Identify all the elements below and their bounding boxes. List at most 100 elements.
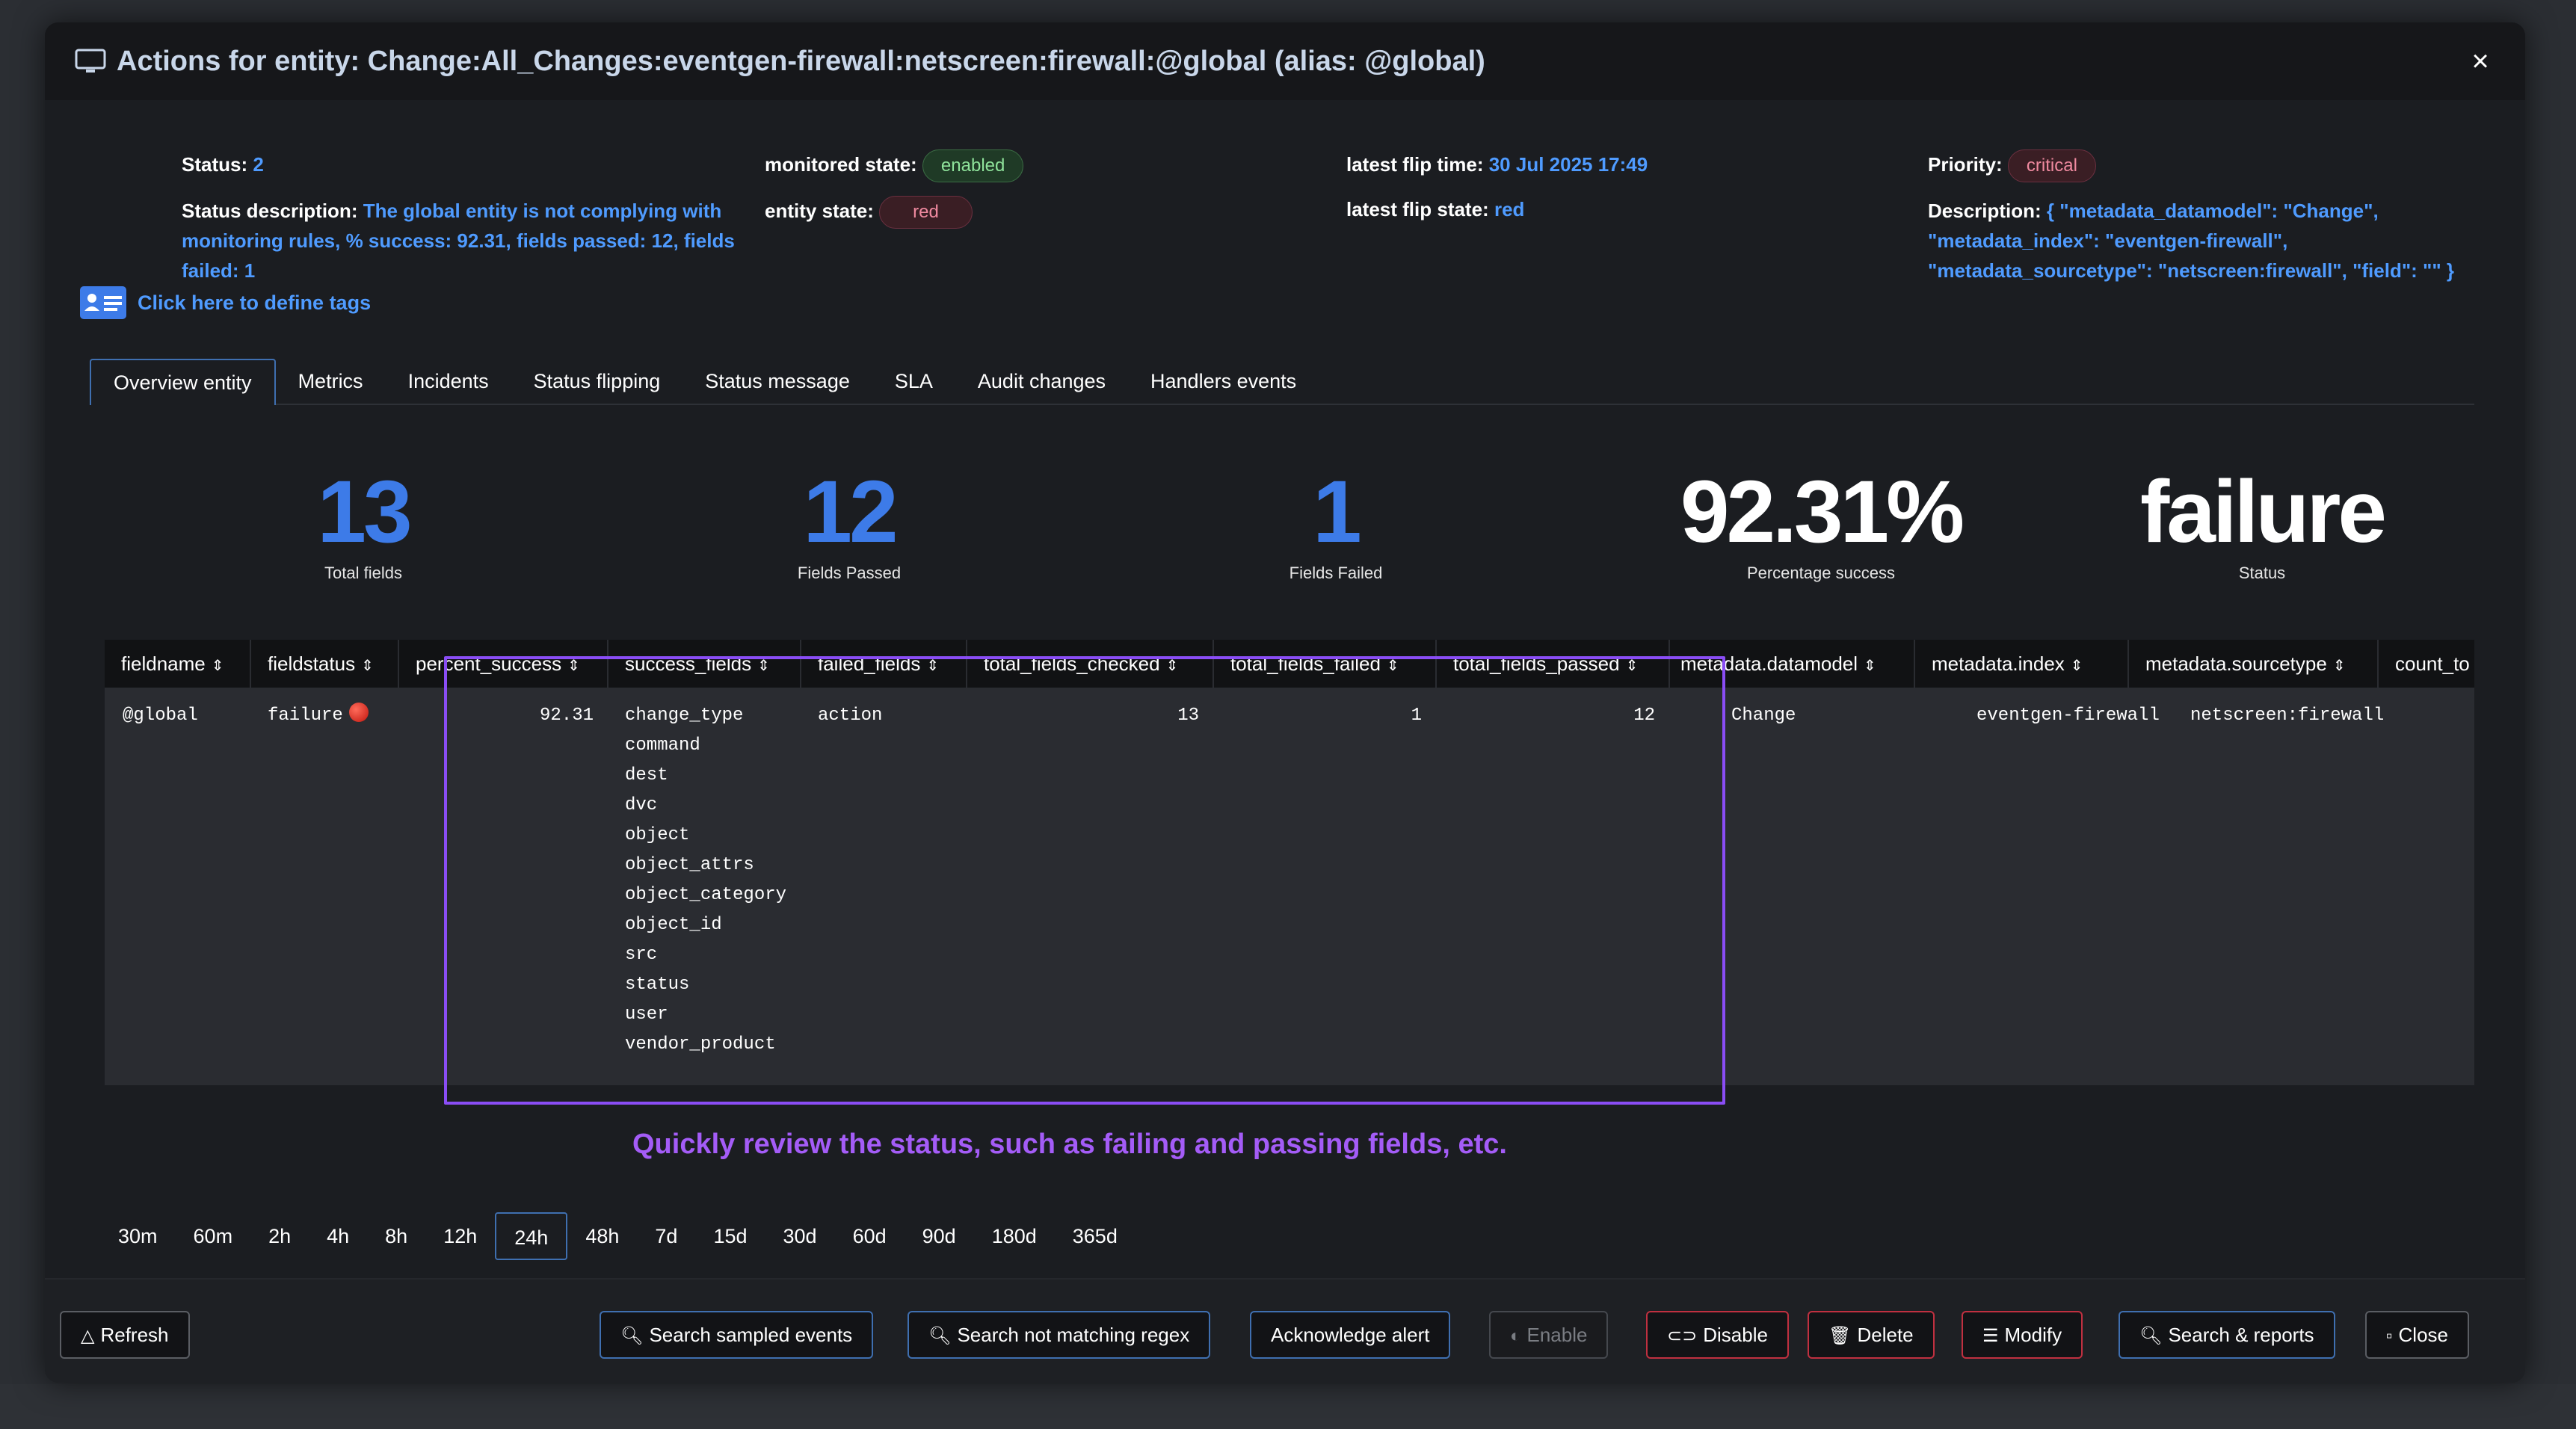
description-label: Description: bbox=[1928, 200, 2042, 223]
monitored-state-badge: enabled bbox=[922, 149, 1024, 183]
tab-audit-changes[interactable]: Audit changes bbox=[955, 359, 1128, 405]
define-tags-label: Click here to define tags bbox=[138, 291, 372, 314]
stat-value: failure bbox=[2139, 463, 2387, 561]
success-field-item: object_category bbox=[625, 885, 787, 905]
define-tags-link[interactable]: Click here to define tags bbox=[79, 286, 371, 320]
column-header-metadata-datamodel[interactable]: metadata.datamodel ⇕ bbox=[1670, 640, 1915, 688]
range-90d[interactable]: 90d bbox=[905, 1212, 974, 1260]
column-header-success-fields[interactable]: success_fields ⇕ bbox=[608, 640, 801, 688]
tab-metrics[interactable]: Metrics bbox=[276, 359, 386, 405]
column-header-total-fields-checked[interactable]: total_fields_checked ⇕ bbox=[967, 640, 1214, 688]
range-365d[interactable]: 365d bbox=[1055, 1212, 1136, 1260]
stat-status: failure Status bbox=[2038, 463, 2486, 583]
tab-bar: Overview entity Metrics Incidents Status… bbox=[90, 359, 2474, 405]
column-header-count-to[interactable]: count_to bbox=[2379, 640, 2474, 688]
success-field-item: dest bbox=[625, 765, 668, 786]
range-2h[interactable]: 2h bbox=[250, 1212, 309, 1260]
column-header-total-fields-passed[interactable]: total_fields_passed ⇕ bbox=[1437, 640, 1670, 688]
range-15d[interactable]: 15d bbox=[695, 1212, 765, 1260]
flip-state-label: latest flip state: bbox=[1346, 198, 1489, 220]
cell-success-fields: change_type command dest dvc object obje… bbox=[625, 701, 786, 1060]
range-180d[interactable]: 180d bbox=[974, 1212, 1055, 1260]
cell-total-fields-checked: 13 bbox=[1177, 706, 1199, 726]
entity-state-label: entity state: bbox=[765, 200, 874, 223]
range-60d[interactable]: 60d bbox=[835, 1212, 905, 1260]
column-header-fieldstatus[interactable]: fieldstatus ⇕ bbox=[251, 640, 399, 688]
table-header: fieldname ⇕ fieldstatus ⇕ percent_success ⇕… bbox=[105, 640, 2474, 688]
refresh-icon: △ bbox=[81, 1326, 95, 1346]
sort-icon: ⇕ bbox=[2332, 658, 2346, 674]
modal-footer: △ Refresh 🔍︎ Search sampled events 🔍︎ Searc… bbox=[45, 1278, 2525, 1383]
range-30d[interactable]: 30d bbox=[765, 1212, 835, 1260]
column-header-metadata-index[interactable]: metadata.index ⇕ bbox=[1915, 640, 2129, 688]
tab-overview-entity[interactable]: Overview entity bbox=[90, 359, 276, 405]
success-field-item: user bbox=[625, 1004, 668, 1025]
success-field-item: object_id bbox=[625, 915, 722, 935]
flip-state-value: red bbox=[1494, 198, 1525, 220]
range-24h[interactable]: 24h bbox=[495, 1212, 568, 1260]
tab-handlers-events[interactable]: Handlers events bbox=[1128, 359, 1319, 405]
column-header-percent-success[interactable]: percent_success ⇕ bbox=[399, 640, 608, 688]
modal-header: Actions for entity: Change:All_Changes:e… bbox=[45, 22, 2525, 100]
success-field-item: vendor_product bbox=[625, 1034, 776, 1055]
close-icon[interactable]: × bbox=[2465, 46, 2495, 76]
search-not-matching-regex-button[interactable]: 🔍︎ Search not matching regex bbox=[908, 1311, 1211, 1359]
success-field-item: status bbox=[625, 975, 690, 995]
enable-button[interactable]: ◐ Enable bbox=[1489, 1311, 1609, 1359]
column-header-failed-fields[interactable]: failed_fields ⇕ bbox=[801, 640, 967, 688]
search-sampled-events-button[interactable]: 🔍︎ Search sampled events bbox=[600, 1311, 874, 1359]
tab-incidents[interactable]: Incidents bbox=[386, 359, 511, 405]
background-page bbox=[0, 1384, 2576, 1429]
time-range-selector: 30m 60m 2h 4h 8h 12h 24h 48h 7d 15d 30d … bbox=[100, 1212, 1136, 1260]
priority-badge: critical bbox=[2007, 149, 2096, 183]
monitor-icon bbox=[75, 49, 106, 72]
sort-icon: ⇕ bbox=[361, 658, 374, 674]
tab-status-message[interactable]: Status message bbox=[682, 359, 872, 405]
close-button[interactable]: ▫ Close bbox=[2365, 1311, 2469, 1359]
success-field-item: object_attrs bbox=[625, 855, 754, 875]
cell-metadata-sourcetype: netscreen:firewall bbox=[2190, 706, 2385, 726]
tab-sla[interactable]: SLA bbox=[872, 359, 955, 405]
refresh-button[interactable]: △ Refresh bbox=[60, 1311, 190, 1359]
sort-icon: ⇕ bbox=[211, 658, 224, 674]
search-icon: 🔍︎ bbox=[928, 1326, 952, 1346]
success-field-item: object bbox=[625, 825, 690, 845]
column-header-total-fields-failed[interactable]: total_fields_failed ⇕ bbox=[1214, 640, 1437, 688]
sort-icon: ⇕ bbox=[1864, 658, 1876, 674]
sort-icon: ⇕ bbox=[926, 658, 940, 674]
disable-button[interactable]: ⊂⊃ Disable bbox=[1646, 1311, 1789, 1359]
range-30m[interactable]: 30m bbox=[100, 1212, 176, 1260]
stat-caption: Status bbox=[2238, 564, 2286, 582]
stat-percentage-success: 92.31% Percentage success bbox=[1597, 463, 2045, 583]
column-header-fieldname[interactable]: fieldname ⇕ bbox=[105, 640, 251, 688]
column-header-metadata-sourcetype[interactable]: metadata.sourcetype ⇕ bbox=[2129, 640, 2379, 688]
sliders-icon: ☰ bbox=[1982, 1326, 1999, 1346]
range-60m[interactable]: 60m bbox=[176, 1212, 251, 1260]
range-7d[interactable]: 7d bbox=[637, 1212, 695, 1260]
table-row: @global failure 92.31 change_type comman… bbox=[105, 688, 2474, 1085]
status-label: Status: bbox=[182, 153, 248, 176]
search-icon: 🔍︎ bbox=[2139, 1326, 2163, 1346]
entity-actions-modal: Actions for entity: Change:All_Changes:e… bbox=[45, 22, 2525, 1383]
success-field-item: dvc bbox=[625, 795, 658, 815]
flip-time-value: 30 Jul 2025 17:49 bbox=[1488, 153, 1648, 176]
cell-percent-success: 92.31 bbox=[539, 706, 594, 726]
tab-status-flipping[interactable]: Status flipping bbox=[511, 359, 683, 405]
sort-icon: ⇕ bbox=[567, 658, 580, 674]
range-4h[interactable]: 4h bbox=[309, 1212, 367, 1260]
success-field-item: command bbox=[625, 735, 700, 756]
range-8h[interactable]: 8h bbox=[367, 1212, 425, 1260]
range-12h[interactable]: 12h bbox=[425, 1212, 495, 1260]
range-48h[interactable]: 48h bbox=[567, 1212, 637, 1260]
search-and-reports-button[interactable]: 🔍︎ Search & reports bbox=[2119, 1311, 2335, 1359]
modify-button[interactable]: ☰ Modify bbox=[1962, 1311, 2083, 1359]
cell-fieldname: @global bbox=[123, 706, 198, 726]
acknowledge-alert-button[interactable]: Acknowledge alert bbox=[1250, 1311, 1451, 1359]
flip-time-label: latest flip time: bbox=[1346, 153, 1484, 176]
stat-total-fields: 13 Total fields bbox=[139, 463, 588, 583]
stat-caption: Fields Passed bbox=[797, 564, 902, 582]
delete-button[interactable]: 🗑︎ Delete bbox=[1808, 1311, 1935, 1359]
cell-metadata-datamodel: Change bbox=[1731, 706, 1796, 726]
state-info: monitored state: enabled entity state: r… bbox=[765, 149, 1138, 229]
status-info: Status: 2 Status description: The global… bbox=[182, 149, 795, 286]
